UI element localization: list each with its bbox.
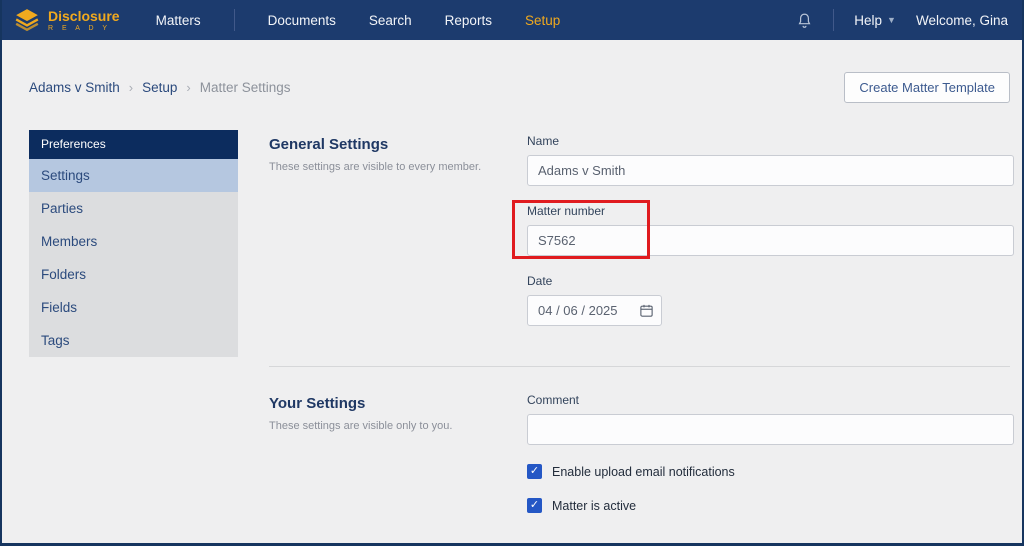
breadcrumb: Adams v Smith › Setup › Matter Settings	[29, 80, 291, 95]
breadcrumb-row: Adams v Smith › Setup › Matter Settings …	[29, 72, 1010, 103]
sidebar-item-settings[interactable]: Settings	[29, 159, 238, 192]
section-divider	[269, 366, 1010, 367]
enable-upload-notifications-label: Enable upload email notifications	[552, 464, 735, 479]
brand-subtitle: R E A D Y	[48, 24, 111, 32]
nav-item-documents[interactable]: Documents	[268, 13, 336, 28]
matter-is-active-checkbox[interactable]: ✓	[527, 498, 542, 513]
nav-item-search[interactable]: Search	[369, 13, 412, 28]
brand-name: Disclosure	[48, 7, 120, 24]
layers-diamond-icon	[15, 9, 39, 32]
breadcrumb-separator: ›	[128, 80, 134, 95]
nav-items: Matters Documents Search Reports Setup	[156, 9, 560, 31]
nav-item-setup[interactable]: Setup	[525, 13, 560, 28]
comment-input[interactable]	[527, 414, 1014, 445]
nav-divider	[833, 9, 835, 31]
sidebar-item-parties[interactable]: Parties	[29, 192, 238, 225]
comment-label: Comment	[527, 393, 580, 407]
top-navigation-bar: Disclosure R E A D Y Matters Documents S…	[2, 0, 1022, 40]
general-settings-title: General Settings	[269, 136, 389, 153]
date-field	[527, 295, 662, 326]
breadcrumb-setup-link[interactable]: Setup	[142, 80, 177, 95]
chevron-down-icon: ▼	[887, 15, 896, 25]
name-label: Name	[527, 134, 560, 148]
nav-item-matters[interactable]: Matters	[156, 13, 201, 28]
nav-item-reports[interactable]: Reports	[445, 13, 492, 28]
date-label: Date	[527, 274, 553, 288]
preferences-sidebar: Preferences Settings Parties Members Fol…	[29, 130, 238, 357]
matter-number-label: Matter number	[527, 204, 606, 218]
breadcrumb-separator: ›	[186, 80, 191, 95]
your-settings-subtitle: These settings are visible only to you.	[269, 420, 453, 432]
matter-is-active-label: Matter is active	[552, 498, 637, 513]
matter-is-active-row[interactable]: ✓ Matter is active	[527, 498, 1014, 513]
help-label: Help	[854, 12, 883, 28]
general-settings-form: Name Matter number Date	[527, 134, 1014, 326]
help-menu[interactable]: Help ▼	[854, 13, 896, 28]
matter-settings-page: Disclosure R E A D Y Matters Documents S…	[0, 0, 1024, 546]
create-matter-template-button[interactable]: Create Matter Template	[844, 72, 1010, 103]
calendar-icon[interactable]	[639, 303, 654, 318]
brand-text: Disclosure R E A D Y	[48, 9, 120, 32]
name-input[interactable]	[527, 155, 1014, 186]
breadcrumb-current-page: Matter Settings	[199, 80, 291, 95]
welcome-user-menu[interactable]: Welcome, Gina	[916, 13, 1008, 28]
breadcrumb-matter-link[interactable]: Adams v Smith	[29, 80, 120, 95]
notification-bell-icon[interactable]	[796, 12, 813, 29]
enable-upload-notifications-checkbox[interactable]: ✓	[527, 464, 542, 479]
sidebar-item-folders[interactable]: Folders	[29, 258, 238, 291]
sidebar-item-members[interactable]: Members	[29, 225, 238, 258]
brand-logo[interactable]: Disclosure R E A D Y	[14, 7, 120, 33]
matter-number-input[interactable]	[527, 225, 1014, 256]
sidebar-item-fields[interactable]: Fields	[29, 291, 238, 324]
nav-divider	[233, 9, 235, 31]
general-settings-subtitle: These settings are visible to every memb…	[269, 161, 482, 173]
your-settings-form: Comment ✓ Enable upload email notificati…	[527, 393, 1014, 513]
nav-right-section: Help ▼ Welcome, Gina	[796, 9, 1008, 31]
enable-upload-notifications-row[interactable]: ✓ Enable upload email notifications	[527, 464, 1014, 479]
sidebar-header: Preferences	[29, 130, 238, 159]
your-settings-title: Your Settings	[269, 395, 366, 412]
sidebar-item-tags[interactable]: Tags	[29, 324, 238, 357]
